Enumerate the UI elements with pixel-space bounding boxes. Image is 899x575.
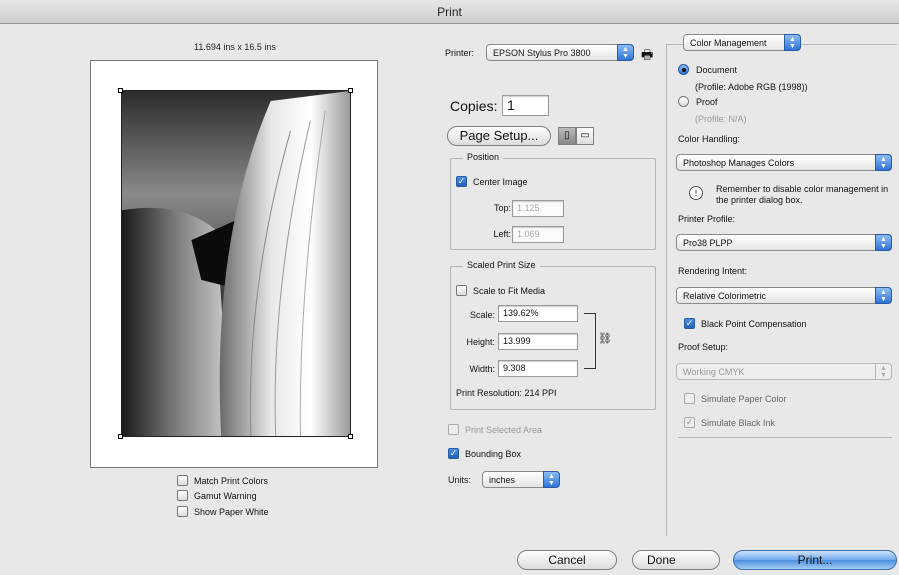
popup-arrows-icon: ▲ ▼	[875, 154, 892, 171]
panel-divider	[678, 437, 892, 438]
proof-setup-label: Proof Setup:	[678, 342, 729, 352]
page-setup-button[interactable]: Page Setup...	[447, 126, 551, 146]
popup-arrows-icon: ▲ ▼	[875, 363, 892, 380]
height-label: Height:	[466, 337, 495, 347]
cancel-button[interactable]: Cancel	[517, 550, 617, 570]
gamut-warning-checkbox[interactable]: Gamut Warning	[177, 490, 257, 501]
window-title-bar[interactable]: Print	[0, 0, 899, 24]
window-title: Print	[437, 5, 462, 19]
print-selected-area-checkbox[interactable]: Print Selected Area	[448, 424, 542, 435]
paper-size-label: 11.694 ins x 16.5 ins	[194, 42, 276, 52]
check-icon: ✓	[456, 176, 467, 187]
simulate-paper-color-checkbox[interactable]: Simulate Paper Color	[684, 393, 787, 404]
color-management-popup[interactable]: Color Management ▲ ▼	[683, 34, 801, 51]
match-print-colors-checkbox[interactable]: Match Print Colors	[177, 475, 268, 486]
resize-handle-tr[interactable]	[348, 88, 353, 93]
print-button[interactable]: Print...	[733, 550, 897, 570]
printer-popup[interactable]: EPSON Stylus Pro 3800 ▲ ▼	[486, 44, 634, 61]
bounding-box-checkbox[interactable]: ✓ Bounding Box	[448, 448, 521, 459]
check-icon: ✓	[684, 417, 695, 428]
scaled-print-size-title: Scaled Print Size	[463, 260, 540, 270]
position-title: Position	[463, 152, 504, 162]
resize-handle-tl[interactable]	[118, 88, 123, 93]
left-label: Left:	[493, 229, 511, 239]
units-label: Units:	[448, 475, 472, 485]
proportion-bracket	[584, 313, 596, 369]
checkbox-box	[177, 490, 188, 501]
printer-label: Printer:	[445, 48, 475, 58]
color-handling-label: Color Handling:	[678, 134, 741, 144]
document-radio[interactable]: Document	[678, 64, 737, 75]
color-management-note: Remember to disable color management in …	[716, 184, 889, 205]
rendering-intent-popup[interactable]: Relative Colorimetric ▲ ▼	[676, 287, 892, 304]
printer-settings-icon[interactable]: 🖶	[641, 46, 653, 68]
radio-indicator	[678, 96, 689, 107]
scale-label: Scale:	[469, 310, 495, 320]
top-input[interactable]: 1.125	[512, 200, 564, 217]
left-input[interactable]: 1.069	[512, 226, 564, 243]
copies-input[interactable]: 1	[502, 95, 549, 116]
copies-label: Copies:	[450, 98, 498, 114]
landscape-orientation-icon[interactable]: ▭	[576, 127, 594, 145]
black-point-compensation-checkbox[interactable]: ✓ Black Point Compensation	[684, 318, 807, 329]
check-icon: ✓	[684, 318, 695, 329]
resize-handle-bl[interactable]	[118, 434, 123, 439]
print-resolution: Print Resolution: 214 PPI	[456, 388, 557, 398]
checkbox-box	[684, 393, 695, 404]
warning-icon: !	[689, 186, 703, 200]
resize-handle-br[interactable]	[348, 434, 353, 439]
checkbox-box	[448, 424, 459, 435]
simulate-black-ink-checkbox[interactable]: ✓ Simulate Black Ink	[684, 417, 775, 428]
radio-indicator	[678, 64, 689, 75]
rendering-intent-label: Rendering Intent:	[678, 266, 748, 276]
checkbox-box	[456, 285, 467, 296]
done-button[interactable]: Done	[632, 550, 720, 570]
width-label: Width:	[469, 364, 495, 374]
proof-setup-popup[interactable]: Working CMYK ▲ ▼	[676, 363, 892, 380]
width-input[interactable]: 9.308	[498, 360, 578, 377]
checkbox-box	[177, 506, 188, 517]
top-label: Top:	[493, 203, 511, 213]
show-paper-white-checkbox[interactable]: Show Paper White	[177, 506, 269, 517]
document-profile: (Profile: Adobe RGB (1998))	[695, 82, 808, 92]
scale-input[interactable]: 139.62%	[498, 305, 578, 322]
popup-arrows-icon: ▲ ▼	[543, 471, 560, 488]
check-icon: ✓	[448, 448, 459, 459]
checkbox-box	[177, 475, 188, 486]
printer-profile-popup[interactable]: Pro38 PLPP ▲ ▼	[676, 234, 892, 251]
popup-arrows-icon: ▲ ▼	[784, 34, 801, 51]
printer-profile-label: Printer Profile:	[678, 214, 736, 224]
scale-to-fit-checkbox[interactable]: Scale to Fit Media	[456, 285, 545, 296]
center-image-checkbox[interactable]: ✓ Center Image	[456, 176, 528, 187]
popup-arrows-icon: ▲ ▼	[875, 287, 892, 304]
image-preview[interactable]	[121, 90, 351, 437]
height-input[interactable]: 13.999	[498, 333, 578, 350]
popup-arrows-icon: ▲ ▼	[617, 44, 634, 61]
proof-profile: (Profile: N/A)	[695, 114, 747, 124]
color-handling-popup[interactable]: Photoshop Manages Colors ▲ ▼	[676, 154, 892, 171]
chain-link-icon[interactable]: ⛓	[598, 332, 612, 345]
units-popup[interactable]: inches ▲ ▼	[482, 471, 560, 488]
popup-arrows-icon: ▲ ▼	[875, 234, 892, 251]
proof-radio[interactable]: Proof	[678, 96, 718, 107]
portrait-orientation-icon[interactable]: ▯	[558, 127, 576, 145]
